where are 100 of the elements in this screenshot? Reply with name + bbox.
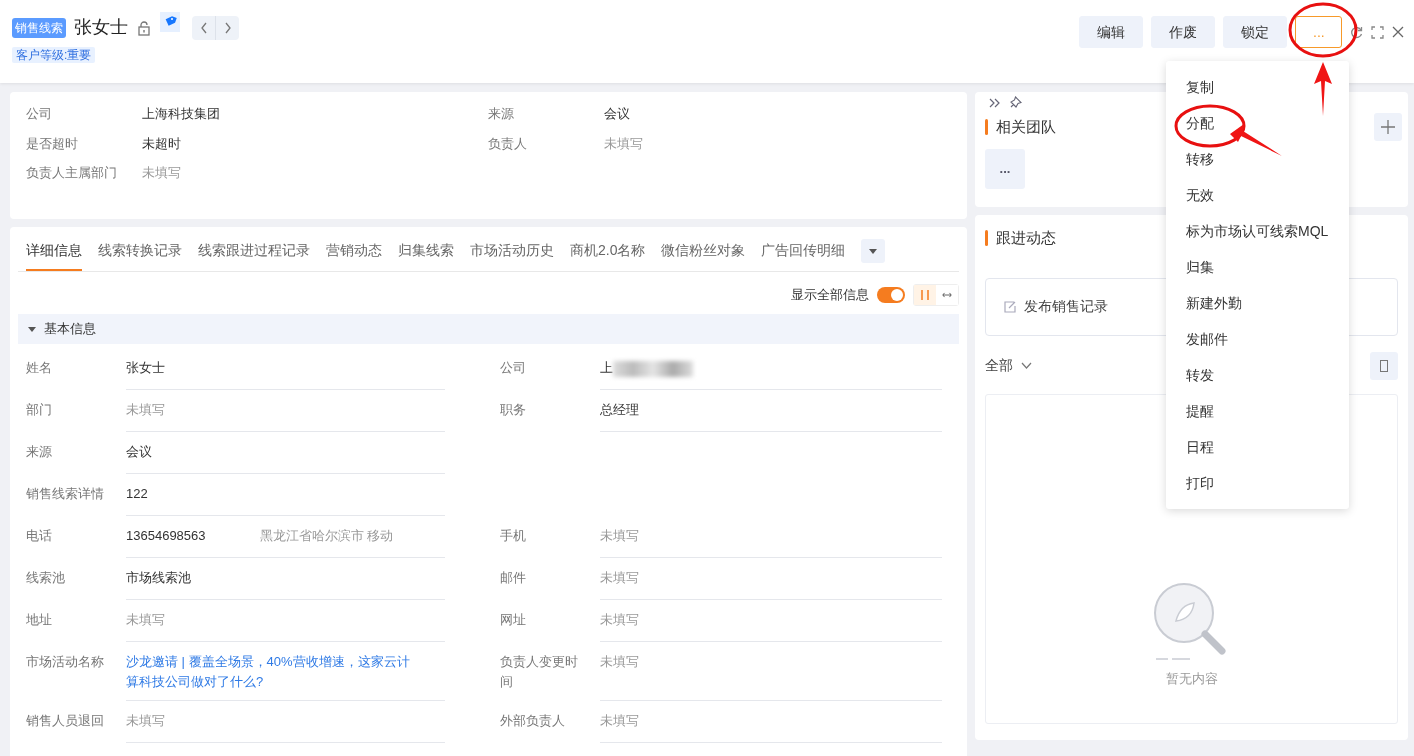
lock-icon[interactable]	[136, 19, 152, 36]
activity-link[interactable]: 沙龙邀请 | 覆盖全场景，40%营收增速，这家云计算科技公司做对了什么?	[126, 652, 445, 692]
chevron-down-icon	[1021, 362, 1032, 369]
tab[interactable]: 广告回传明细	[761, 240, 846, 271]
menu-item[interactable]: 无效	[1166, 177, 1349, 213]
annotation-circle	[1288, 2, 1358, 58]
field-label: 市场活动名称	[25, 653, 105, 671]
document-icon	[1380, 359, 1388, 372]
pin-icon[interactable]	[1009, 96, 1022, 109]
collapse-icon[interactable]	[989, 97, 1001, 108]
field-label: 地址	[25, 611, 53, 629]
chevron-left-icon	[199, 21, 208, 34]
add-button[interactable]	[1374, 113, 1402, 141]
fullscreen-icon[interactable]	[1371, 25, 1384, 39]
tab-overflow-button[interactable]	[861, 239, 886, 263]
field-value: 上	[600, 360, 613, 375]
customer-level-tag: 客户等级:重要	[12, 47, 96, 63]
close-icon[interactable]	[1392, 26, 1404, 38]
accent-bar	[985, 119, 988, 135]
menu-item[interactable]: 日程	[1166, 429, 1349, 465]
tab[interactable]: 微信粉丝对象	[661, 240, 746, 271]
field-label: 线索池	[25, 569, 66, 587]
section-header[interactable]: 基本信息	[18, 314, 959, 344]
expand-width-icon	[942, 291, 952, 299]
field-value: 122	[126, 486, 148, 501]
tab[interactable]: 详细信息	[26, 240, 82, 271]
field-label: 网址	[499, 611, 527, 629]
tab[interactable]: 营销动态	[326, 240, 382, 271]
field-value: 未填写	[604, 134, 644, 153]
field-value: 会议	[126, 444, 152, 459]
field-label: 销售人员退回	[25, 712, 105, 730]
field-label: 手机	[499, 527, 527, 545]
field-value: 会议	[604, 105, 631, 123]
panel-title: 跟进动态	[996, 228, 1056, 248]
caret-down-icon	[28, 325, 36, 333]
field-label: 电话	[25, 527, 53, 545]
menu-item[interactable]: 分配	[1166, 105, 1349, 141]
field-label: 公司	[499, 359, 527, 377]
show-all-switch[interactable]	[877, 287, 905, 303]
menu-item[interactable]: 复制	[1166, 69, 1349, 105]
carrier-note: 黑龙江省哈尔滨市 移动	[259, 528, 394, 543]
plus-icon	[1381, 120, 1395, 134]
field-value: 未填写	[142, 164, 182, 182]
tab[interactable]: 商机2.0名称	[570, 240, 646, 271]
team-more-button[interactable]: ...	[985, 149, 1025, 189]
field-value: 13654698563	[126, 528, 206, 543]
two-column-button[interactable]	[914, 285, 936, 305]
field-label: 负责人主属部门	[26, 164, 118, 182]
field-label: 是否超时	[26, 134, 79, 153]
record-title: 张女士	[74, 16, 128, 39]
field-value: 张女士	[126, 360, 165, 375]
annotation-arrow	[1230, 124, 1282, 158]
tag-icon[interactable]	[163, 14, 177, 29]
field-label: 姓名	[25, 359, 53, 377]
view-button[interactable]	[1370, 351, 1398, 380]
chevron-right-icon	[223, 21, 232, 34]
field-value: 未填写	[600, 654, 639, 669]
action-button[interactable]: 锁定	[1223, 16, 1287, 48]
tab[interactable]: 线索转换记录	[98, 240, 182, 271]
menu-item[interactable]: 转移	[1166, 141, 1349, 177]
field-value: 市场线索池	[126, 570, 191, 585]
annotation-circle	[1174, 104, 1246, 148]
field-label: 来源	[488, 105, 515, 123]
accent-bar	[985, 230, 988, 247]
record-type-badge: 销售线索	[12, 17, 66, 38]
field-label: 销售线索详情	[25, 485, 105, 503]
field-label: 公司	[26, 105, 53, 123]
menu-item[interactable]: 转发	[1166, 357, 1349, 393]
field-label: 部门	[25, 401, 53, 419]
filter-dropdown[interactable]: 全部	[985, 355, 1032, 376]
menu-item[interactable]: 提醒	[1166, 393, 1349, 429]
refresh-icon[interactable]	[1350, 25, 1363, 39]
field-label: 邮件	[499, 569, 527, 587]
field-label: 来源	[25, 443, 53, 461]
field-value: 未填写	[600, 612, 639, 627]
field-value: 未填写	[600, 570, 639, 585]
columns-icon	[921, 290, 929, 300]
menu-item[interactable]: 新建外勤	[1166, 285, 1349, 321]
field-value: 未填写	[126, 713, 165, 728]
field-label: 外部负责人	[499, 712, 566, 730]
action-button[interactable]: 编辑	[1079, 16, 1143, 48]
tab[interactable]: 市场活动历史	[470, 240, 554, 271]
field-value: 未填写	[126, 612, 165, 627]
menu-item[interactable]: 标为市场认可线索MQL	[1166, 213, 1349, 249]
field-value: 未填写	[600, 713, 639, 728]
empty-message: 暂无内容	[1165, 670, 1218, 688]
field-label: 职务	[499, 401, 527, 419]
field-value: 上海科技集团	[142, 105, 221, 123]
field-label: 负责人变更时间	[499, 653, 579, 691]
menu-item[interactable]: 打印	[1166, 465, 1349, 501]
action-button[interactable]: 作废	[1151, 16, 1215, 48]
tab[interactable]: 线索跟进过程记录	[198, 240, 310, 271]
field-label: 负责人	[488, 134, 528, 153]
edit-icon	[1004, 300, 1016, 313]
toggle-label: 显示全部信息	[791, 286, 869, 305]
field-value: 未超时	[142, 134, 182, 153]
panel-title: 相关团队	[996, 116, 1056, 137]
field-value: 总经理	[600, 402, 639, 417]
caret-down-icon	[869, 248, 878, 254]
tab[interactable]: 归集线索	[398, 240, 454, 271]
